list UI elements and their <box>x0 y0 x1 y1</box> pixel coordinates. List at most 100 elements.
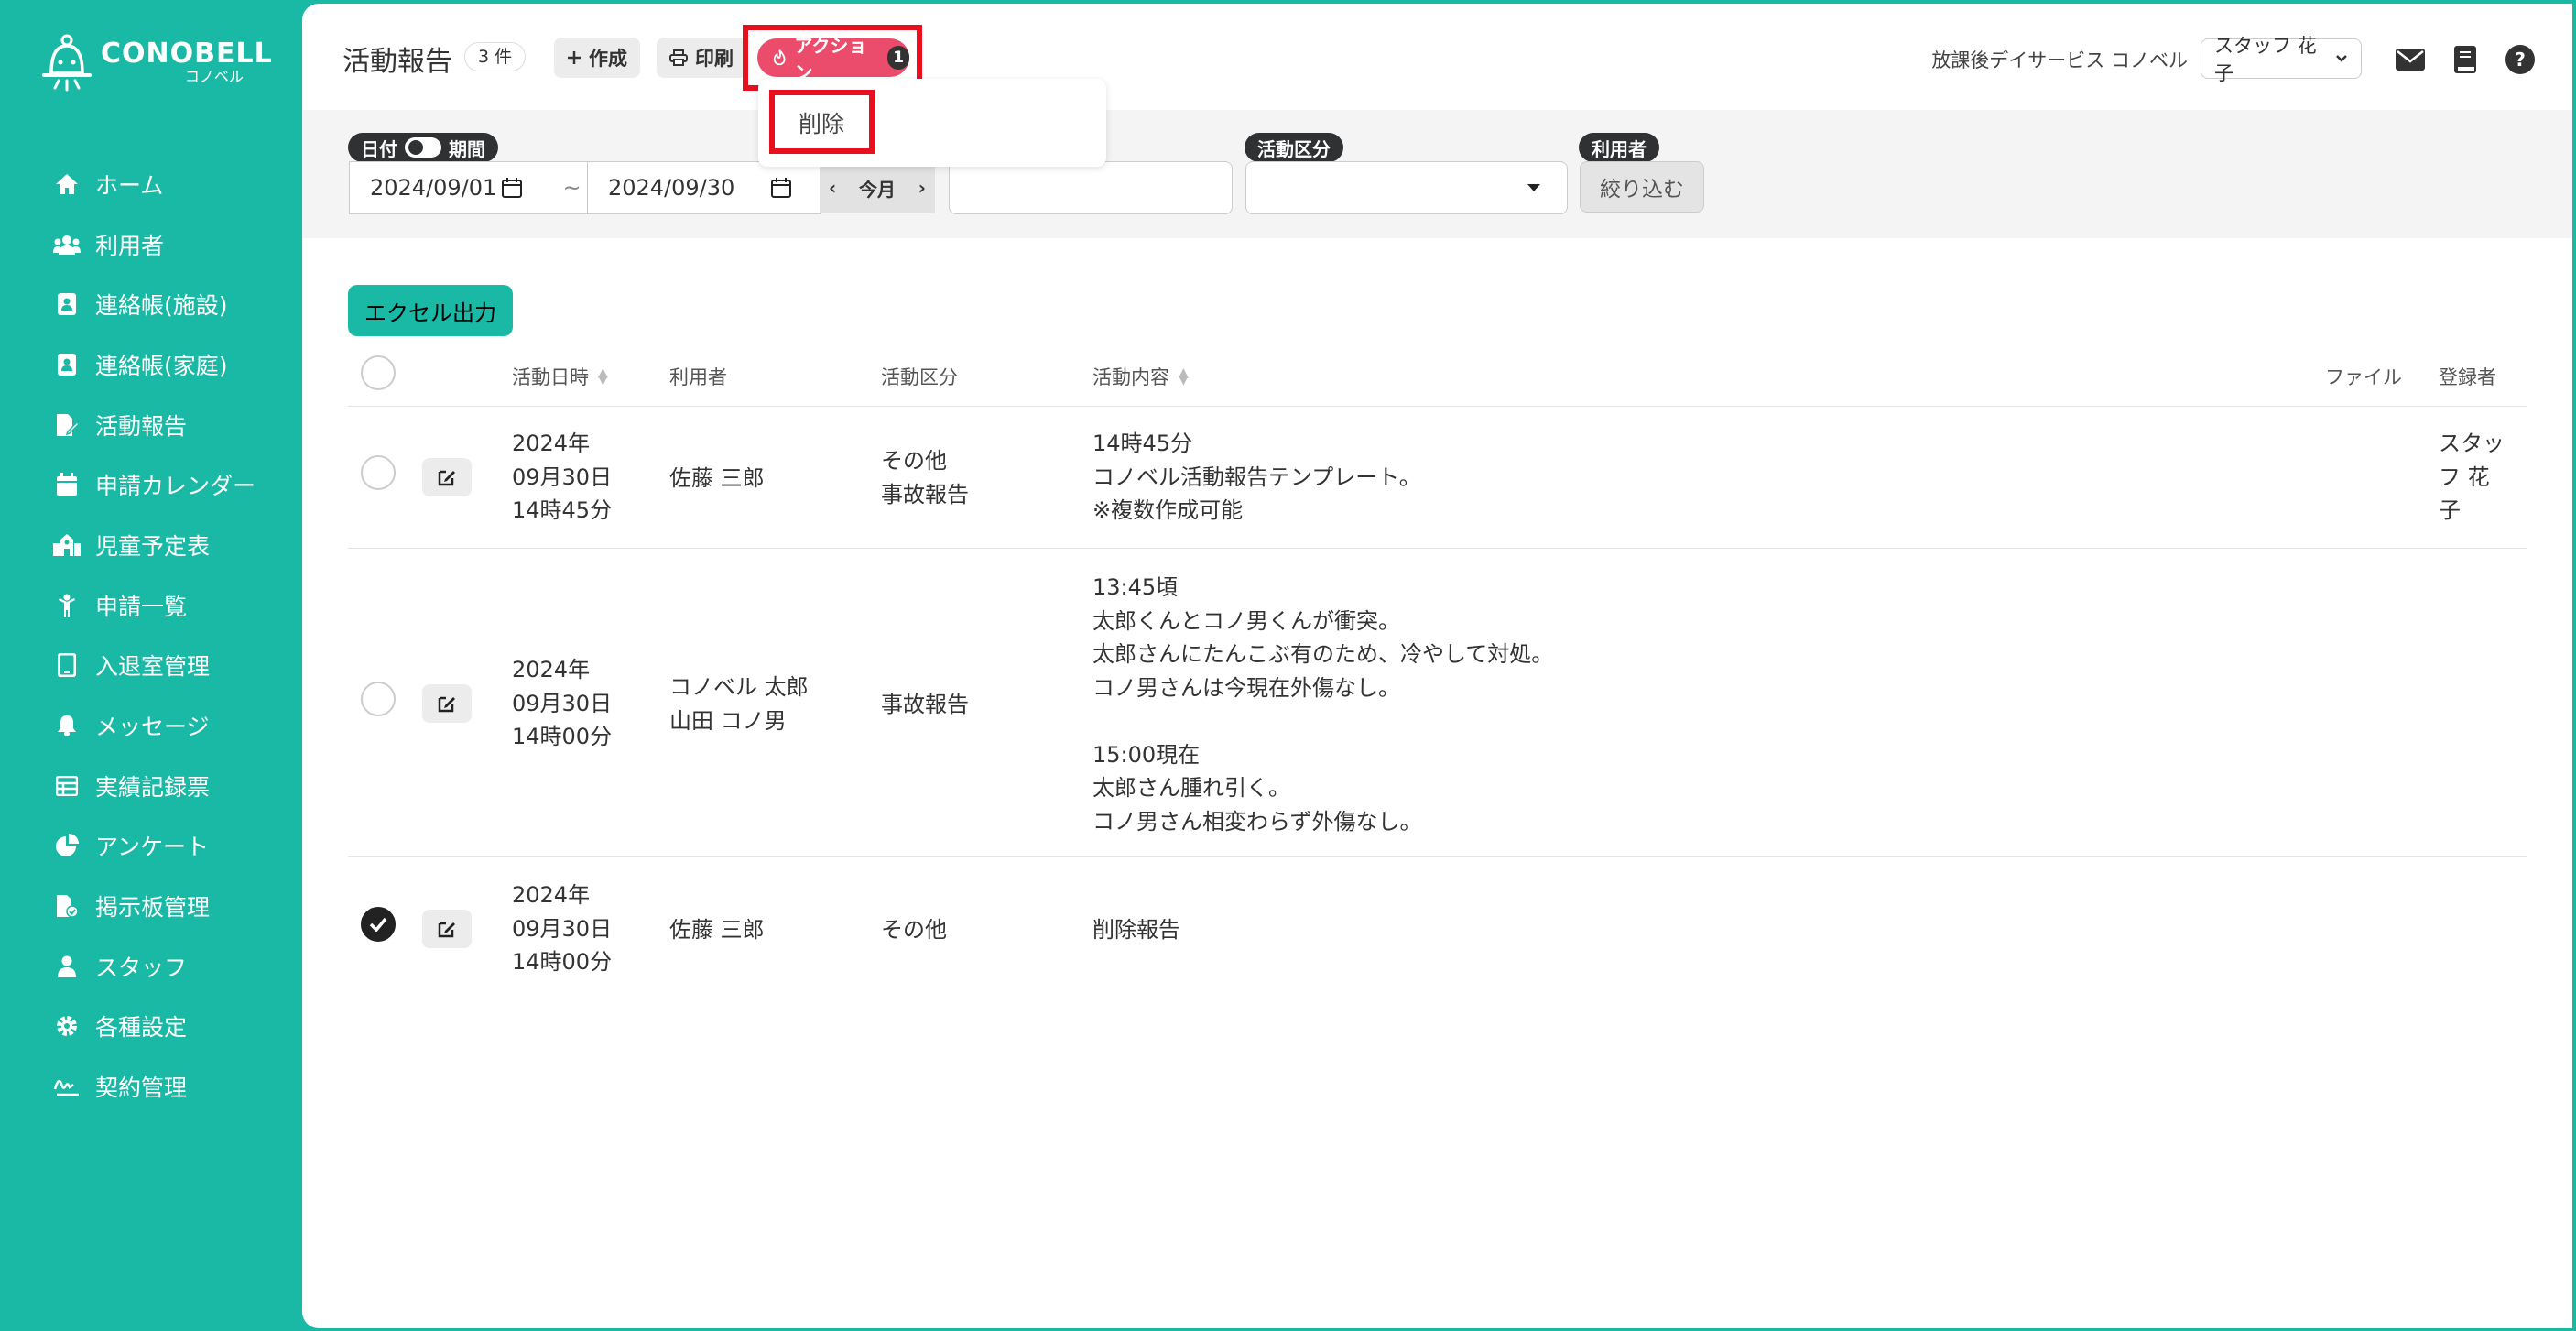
row-datetime: 2024年 09月30日 14時00分 <box>512 882 613 975</box>
row-category: その他 事故報告 <box>881 448 969 507</box>
edit-button[interactable] <box>422 458 472 496</box>
user-tag: 利用者 <box>1579 133 1659 162</box>
row-checkbox[interactable] <box>361 455 396 490</box>
header-datetime[interactable]: 活動日時 ▲ ▼ <box>512 363 608 390</box>
delete-menu-item[interactable]: 削除 <box>799 106 844 139</box>
select-all-checkbox[interactable] <box>361 355 396 390</box>
file-check-icon <box>53 892 81 920</box>
contact-book-icon <box>53 351 81 378</box>
sidebar-item-survey[interactable]: アンケート <box>53 816 255 877</box>
prev-month-icon[interactable]: ‹ <box>829 177 836 199</box>
row-content: 削除報告 <box>1092 917 1180 943</box>
logo-sub: コノベル <box>184 68 244 85</box>
users-icon <box>53 231 81 258</box>
period-toggle-switch[interactable] <box>405 137 441 158</box>
sort-icon: ▲ ▼ <box>1179 365 1189 387</box>
sidebar-item-staff[interactable]: スタッフ <box>53 936 255 997</box>
sidebar-item-label: 実績記録票 <box>95 773 211 801</box>
keyword-input[interactable] <box>949 161 1233 214</box>
sidebar-item-label: 連絡帳(施設) <box>95 292 228 320</box>
contact-book-icon <box>53 290 81 318</box>
date-period-toggle[interactable]: 日付 期間 <box>348 133 498 162</box>
sidebar-item-label: メッセージ <box>95 714 210 741</box>
help-icon[interactable]: ? <box>2505 44 2536 75</box>
sidebar-item-activity-report[interactable]: 活動報告 <box>53 395 255 455</box>
sidebar-item-home[interactable]: ホーム <box>53 154 255 214</box>
create-button[interactable]: 作成 <box>554 38 640 78</box>
row-user: 佐藤 三郎 <box>669 917 765 943</box>
child-icon <box>53 592 81 619</box>
next-month-icon[interactable]: › <box>918 177 926 199</box>
date-to-input[interactable]: 2024/09/30 <box>587 161 821 214</box>
sidebar-item-child-schedule[interactable]: 児童予定表 <box>53 515 255 575</box>
sidebar-item-contact-facility[interactable]: 連絡帳(施設) <box>53 274 255 334</box>
category-tag: 活動区分 <box>1245 133 1343 162</box>
gear-icon <box>53 1012 81 1040</box>
edit-icon <box>438 696 455 713</box>
row-user: コノベル 太郎 山田 コノ男 <box>669 674 809 734</box>
staff-select[interactable]: スタッフ 花子 <box>2201 35 2362 84</box>
row-checkbox[interactable] <box>361 682 396 716</box>
staff-name: スタッフ 花子 <box>2214 35 2317 84</box>
edit-icon <box>438 470 455 486</box>
sidebar-item-settings[interactable]: 各種設定 <box>53 997 255 1057</box>
header-bar: 活動報告 3 件 作成 印刷 アクション 1 放課後デイサービス コノベル スタ… <box>302 4 2572 110</box>
bell-icon <box>53 712 81 739</box>
facility-name: 放課後デイサービス コノベル <box>1931 49 2188 71</box>
chevron-down-icon <box>2336 55 2347 62</box>
action-label: アクション <box>794 35 867 83</box>
sidebar-item-application-list[interactable]: 申請一覧 <box>53 575 255 636</box>
bell-logo-icon <box>40 33 93 92</box>
sidebar-item-message[interactable]: メッセージ <box>53 695 255 756</box>
header-category: 活動区分 <box>881 366 958 388</box>
main-panel: 活動報告 3 件 作成 印刷 アクション 1 放課後デイサービス コノベル スタ… <box>302 4 2572 1328</box>
sidebar-item-label: ホーム <box>95 171 164 199</box>
edit-button[interactable] <box>422 684 472 723</box>
print-button[interactable]: 印刷 <box>657 38 746 78</box>
sidebar-item-label: 児童予定表 <box>95 532 211 560</box>
action-button[interactable]: アクション 1 <box>757 35 909 83</box>
header-content[interactable]: 活動内容 ▲ ▼ <box>1092 363 1189 390</box>
date-from-input[interactable]: 2024/09/01 <box>349 161 557 214</box>
period-tag: 期間 <box>449 137 485 160</box>
sidebar-item-users[interactable]: 利用者 <box>53 214 255 275</box>
sidebar-item-contact-home[interactable]: 連絡帳(家庭) <box>53 334 255 395</box>
sidebar-item-label: 活動報告 <box>95 412 188 440</box>
row-checkbox-checked[interactable] <box>361 907 396 942</box>
caret-down-icon <box>1527 184 1540 191</box>
date-tag: 日付 <box>361 137 397 160</box>
sidebar-item-record-sheet[interactable]: 実績記録票 <box>53 756 255 816</box>
edit-icon <box>438 922 455 938</box>
mail-icon[interactable] <box>2395 44 2426 75</box>
sidebar-item-contract[interactable]: 契約管理 <box>53 1056 255 1117</box>
sort-icon: ▲ ▼ <box>598 365 608 387</box>
category-select[interactable] <box>1245 161 1568 214</box>
row-user: 佐藤 三郎 <box>669 465 765 491</box>
sidebar-item-label: 契約管理 <box>95 1075 188 1102</box>
count-badge: 3 件 <box>464 42 527 71</box>
manual-book-icon[interactable] <box>2450 44 2481 75</box>
calendar-icon[interactable] <box>502 178 523 198</box>
sidebar-item-label: 掲示板管理 <box>95 894 211 922</box>
calendar-icon[interactable] <box>771 178 792 198</box>
logo[interactable]: CONOBELL コノベル <box>40 33 273 92</box>
fire-icon <box>773 49 786 66</box>
this-month-button[interactable]: 今月 <box>859 175 896 202</box>
date-range-separator: ~ <box>556 161 588 214</box>
sidebar-item-label: 申請一覧 <box>95 593 188 620</box>
date-to-value: 2024/09/30 <box>608 175 735 201</box>
pie-chart-icon <box>53 832 81 859</box>
excel-export-button[interactable]: エクセル出力 <box>348 285 513 336</box>
filter-button[interactable]: 絞り込む <box>1580 161 1704 213</box>
sidebar: CONOBELL コノベル ホーム 利用者 連絡帳(施設) 連絡帳(家庭) 活動… <box>0 0 302 1331</box>
sidebar-item-bulletin[interactable]: 掲示板管理 <box>53 876 255 936</box>
row-category: 事故報告 <box>881 692 969 717</box>
row-content: 13:45頃 太郎くんとコノ男くんが衝突。 太郎さんにたんこぶ有のため、冷やして… <box>1092 574 1554 835</box>
sidebar-item-calendar[interactable]: 申請カレンダー <box>53 454 255 515</box>
row-registrant: スタッ フ 花 子 <box>2439 431 2505 523</box>
logo-name: CONOBELL <box>101 38 273 70</box>
sidebar-item-entry-exit[interactable]: 入退室管理 <box>53 636 255 696</box>
home-icon <box>53 170 81 198</box>
edit-button[interactable] <box>422 910 472 948</box>
staff-icon <box>53 953 81 980</box>
